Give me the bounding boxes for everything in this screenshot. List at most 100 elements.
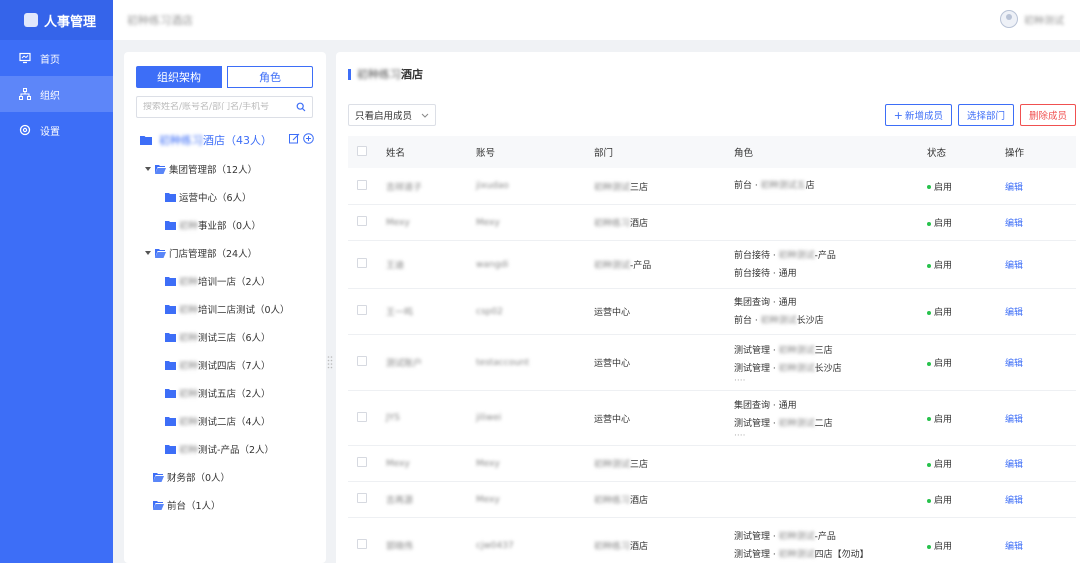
user-menu[interactable]: 初种测试: [1000, 10, 1064, 28]
side-nav: 人事管理 首页 组织 设置: [0, 0, 113, 563]
edit-link[interactable]: 编辑: [1005, 219, 1023, 229]
cell-name: 吉再源: [386, 496, 414, 506]
cell-role: 测试管理 · 初种测试-产品 测试管理 · 初种测试四店【勿动】: [734, 528, 927, 563]
role-prefix: 前台 ·: [734, 315, 761, 326]
folder-icon: [165, 304, 176, 314]
table-row[interactable]: 王迪 wangdi 初种测试-产品 前台接待 · 初种测试-产品 前台接待 · 通用 启用…: [348, 241, 1076, 289]
tree-node-blur: 初种: [179, 333, 199, 344]
tree-node-store-1[interactable]: 初种 培训一店（2人）: [165, 274, 271, 288]
tree-node-reception[interactable]: 前台（1人）: [153, 498, 221, 512]
row-checkbox[interactable]: [357, 216, 367, 226]
member-filter-select[interactable]: 只看启用成员: [348, 104, 436, 126]
row-checkbox[interactable]: [357, 179, 367, 190]
row-checkbox-cell: [348, 216, 386, 229]
tree-node-store-2[interactable]: 初种 培训二店测试（0人）: [165, 302, 290, 316]
col-op: 操作: [1005, 148, 1025, 159]
nav-item-settings[interactable]: 设置: [0, 112, 113, 148]
edit-link[interactable]: 编辑: [1005, 183, 1023, 193]
role-suffix: 长沙店: [814, 363, 842, 374]
status-dot-icon: [927, 417, 931, 421]
table-row[interactable]: 王一鸣 csp02 运营中心 集团查询 · 通用 前台 · 初种测试长沙店 启用 编辑: [348, 289, 1076, 335]
dept-blur: 初种测试: [594, 460, 631, 470]
tree-node-label: 集团管理部（12人）: [169, 165, 258, 176]
edit-link[interactable]: 编辑: [1005, 308, 1023, 318]
row-checkbox[interactable]: [357, 539, 367, 549]
edit-link[interactable]: 编辑: [1005, 415, 1023, 425]
nav-item-org[interactable]: 组织: [0, 76, 113, 112]
tree-node-business[interactable]: 初种 事业部（0人）: [165, 218, 261, 232]
select-dept-button[interactable]: 选择部门: [957, 104, 1014, 126]
table-row[interactable]: 郭晓伟 cjw0437 初种练习酒店 测试管理 · 初种测试-产品 测试管理 · 初种测…: [348, 518, 1076, 563]
tree-node-ops-center[interactable]: 运营中心（6人）: [165, 190, 252, 204]
cell-op: 编辑: [1005, 305, 1075, 318]
edit-link[interactable]: 编辑: [1005, 460, 1023, 470]
status-badge: 启用: [934, 219, 953, 229]
nav-item-home[interactable]: 首页: [0, 40, 113, 76]
status-badge: 启用: [934, 359, 953, 369]
table-row[interactable]: Mexy Mexy 初种练习酒店 启用 编辑: [348, 205, 1076, 241]
tree-node-label: 测试五店（2人）: [198, 389, 271, 400]
tree-node-store-product[interactable]: 初种 测试-产品（2人）: [165, 442, 274, 456]
tree-node-blur: 初种: [179, 305, 199, 316]
status-dot-icon: [927, 185, 931, 189]
table-row[interactable]: Mexy Mexy 初种测试三店 启用 编辑: [348, 446, 1076, 482]
row-checkbox[interactable]: [357, 356, 367, 366]
caret-down-icon[interactable]: [144, 249, 152, 257]
tree-node-store-3[interactable]: 初种 测试三店（6人）: [165, 330, 271, 344]
row-checkbox[interactable]: [357, 457, 367, 467]
cell-role: 集团查询 · 通用 前台 · 初种测试长沙店: [734, 294, 927, 330]
status-dot-icon: [927, 221, 931, 226]
folder-icon: [165, 276, 176, 286]
dept-text: 酒店: [630, 219, 649, 229]
edit-link[interactable]: 编辑: [1005, 261, 1023, 271]
select-all-checkbox[interactable]: [357, 145, 367, 156]
tab-org-structure[interactable]: 组织架构: [136, 66, 222, 88]
table-row[interactable]: 测试账户 testaccount 运营中心 测试管理 · 初种测试三店 测试管理 · 初…: [348, 335, 1076, 391]
status-badge: 启用: [934, 414, 953, 425]
tree-node-store-4[interactable]: 初种 测试四店（7人）: [165, 358, 271, 372]
table-row[interactable]: JYS jiliwei 运营中心 集团查询 · 通用 测试管理 · 初种测试二店 ····…: [348, 391, 1076, 446]
cell-role: 前台接待 · 初种测试-产品 前台接待 · 通用: [734, 247, 927, 283]
row-checkbox[interactable]: [357, 258, 367, 268]
tree-root-node[interactable]: 初种练习酒店（43人）: [140, 132, 320, 148]
role-line: 集团查询 · 通用: [734, 294, 927, 312]
org-tree-panel: 组织架构 角色 初种练习酒店（43人） 集团管理部（12人） 运营中心（6人） …: [124, 52, 326, 563]
cell-account: Mexy: [476, 458, 500, 469]
search-icon[interactable]: [296, 102, 306, 115]
row-checkbox[interactable]: [357, 411, 367, 422]
row-checkbox-cell: [348, 356, 386, 369]
tree-node-group-mgmt[interactable]: 集团管理部（12人）: [144, 162, 257, 176]
role-prefix: 集团查询 · 通用: [734, 297, 797, 308]
role-line: 前台 · 初种测试五店: [734, 177, 927, 195]
tree-node-store-2b[interactable]: 初种 测试二店（4人）: [165, 414, 271, 428]
cell-op: 编辑: [1005, 539, 1075, 552]
row-checkbox-cell: [348, 305, 386, 318]
role-line: 前台接待 · 初种测试-产品: [734, 247, 927, 265]
add-circle-icon[interactable]: [303, 133, 314, 144]
edit-link[interactable]: 编辑: [1005, 359, 1023, 369]
table-row[interactable]: 吉祥道子 jixudao 初种测试三店 前台 · 初种测试五店 启用 编辑: [348, 168, 1076, 205]
caret-down-icon[interactable]: [144, 165, 152, 173]
row-checkbox[interactable]: [357, 305, 367, 315]
cell-status: 启用: [927, 356, 1005, 369]
edit-link[interactable]: 编辑: [1005, 496, 1023, 506]
role-blur: 初种测试: [760, 315, 797, 326]
tree-node-store-mgmt[interactable]: 门店管理部（24人）: [144, 246, 257, 260]
edit-link[interactable]: 编辑: [1005, 542, 1023, 552]
status-badge: 启用: [934, 182, 953, 193]
table-row[interactable]: 吉再源 Mexy 初种练习酒店 启用 编辑: [348, 482, 1076, 518]
tree-node-finance[interactable]: 财务部（0人）: [153, 470, 230, 484]
row-checkbox[interactable]: [357, 493, 367, 503]
add-member-button[interactable]: + 新增成员: [884, 104, 952, 126]
tree-node-store-5[interactable]: 初种 测试五店（2人）: [165, 386, 271, 400]
role-suffix: 二店: [814, 419, 833, 429]
search-input[interactable]: [143, 102, 293, 112]
delete-member-button[interactable]: 删除成员: [1019, 104, 1076, 126]
status-badge: 启用: [934, 261, 953, 271]
edit-icon[interactable]: [289, 133, 300, 144]
toolbar: + 新增成员 选择部门 删除成员: [879, 104, 1076, 126]
role-blur: 初种测试: [778, 419, 815, 429]
tab-roles[interactable]: 角色: [227, 66, 313, 88]
resize-handle-icon[interactable]: [327, 355, 333, 369]
folder-icon: [165, 360, 176, 370]
